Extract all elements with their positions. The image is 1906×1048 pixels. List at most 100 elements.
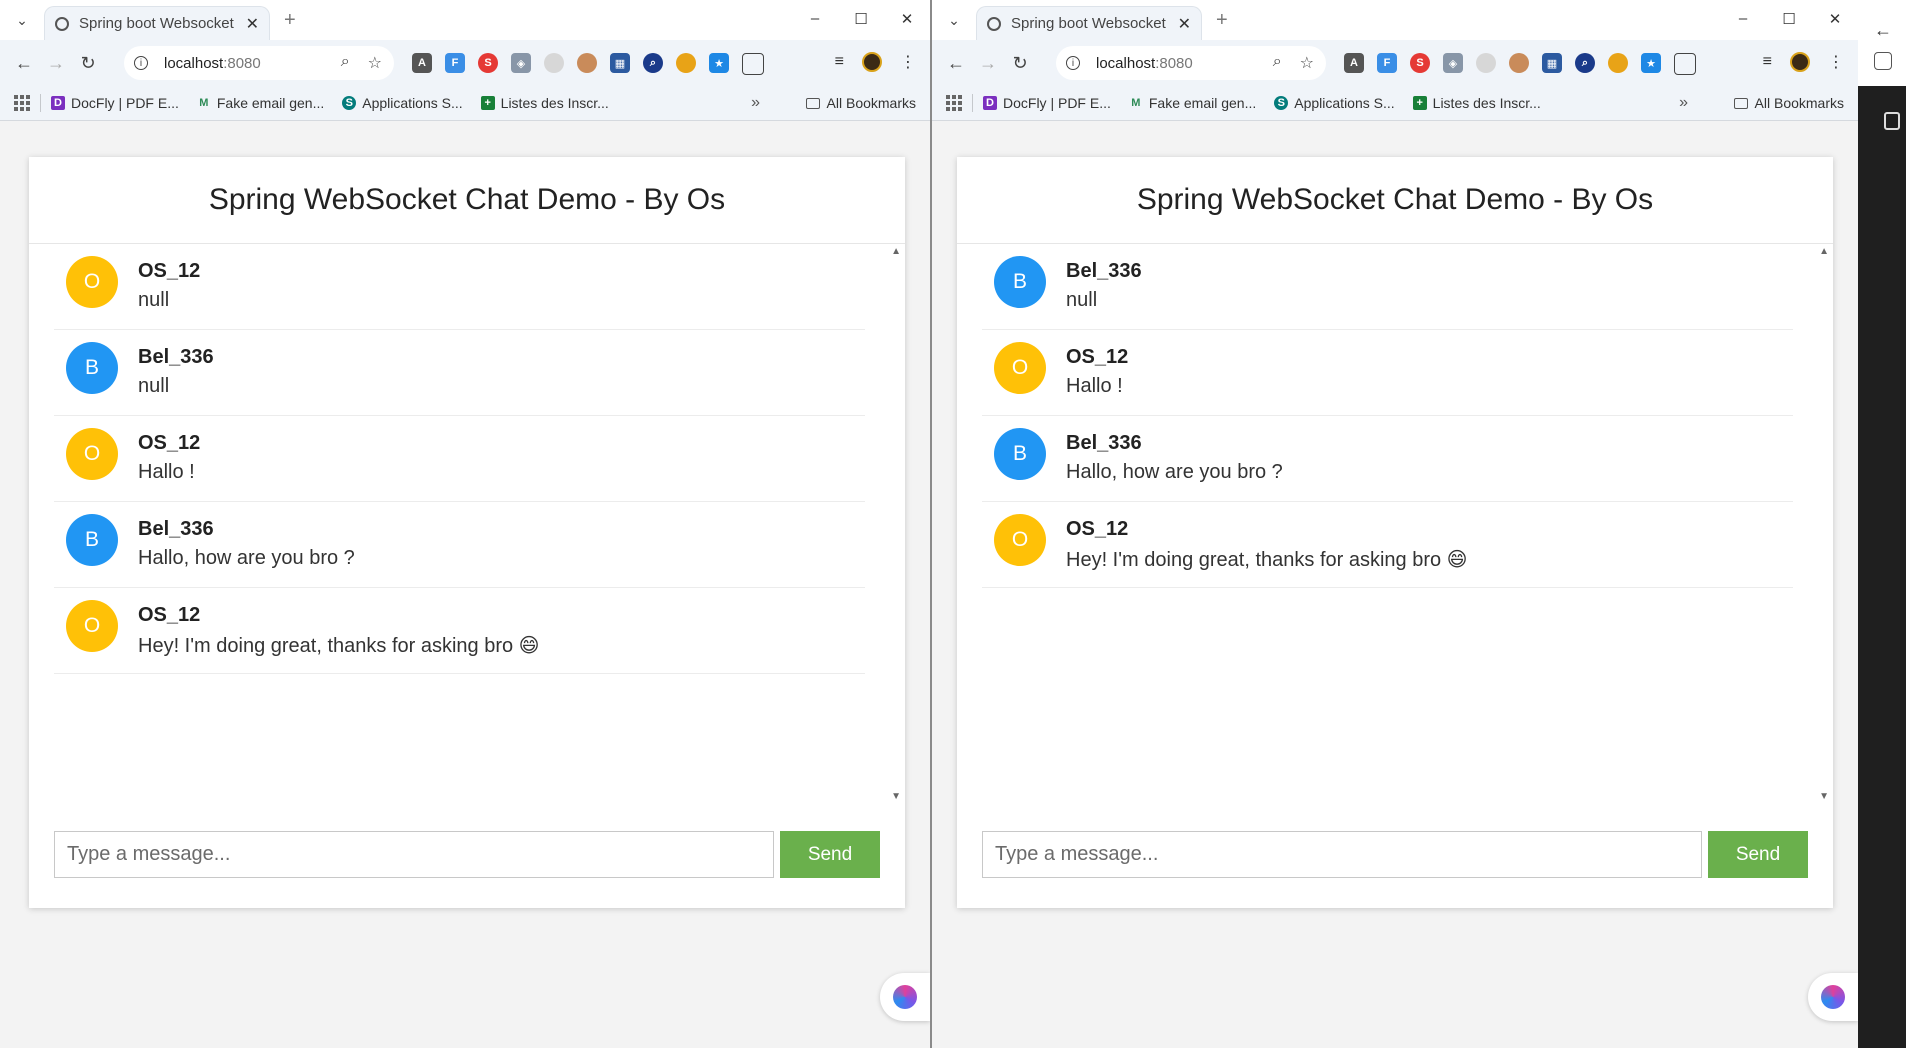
zoom-icon[interactable]: ⌕: [341, 53, 350, 73]
close-tab-icon[interactable]: ✕: [246, 14, 259, 34]
extension-search-icon[interactable]: ⌕: [643, 53, 663, 73]
bookmark-docfly[interactable]: D DocFly | PDF E...: [51, 95, 179, 111]
media-control-icon[interactable]: ≡: [835, 53, 844, 71]
tab-title: Spring boot Websocket C: [79, 15, 238, 32]
address-bar[interactable]: i localhost:8080 ⌕ ☆: [124, 46, 394, 80]
scroll-up-arrow-icon[interactable]: ▲: [891, 246, 901, 257]
extension-clock-icon[interactable]: [1476, 53, 1496, 73]
extensions-puzzle-icon[interactable]: [742, 53, 764, 75]
minimize-icon[interactable]: –: [808, 10, 822, 28]
chat-message: O OS_12 Hey! I'm doing great, thanks for a…: [54, 588, 865, 674]
scroll-down-arrow-icon[interactable]: ▼: [891, 791, 901, 802]
extension-globe-icon[interactable]: [1608, 53, 1628, 73]
send-button[interactable]: Send: [780, 831, 880, 878]
message-form: Send: [982, 831, 1808, 878]
new-tab-icon[interactable]: +: [1216, 9, 1228, 32]
bookmark-fake-email[interactable]: M Fake email gen...: [1129, 95, 1256, 111]
bookmarks-bar: D DocFly | PDF E... M Fake email gen... SA…: [0, 86, 930, 121]
browser-tab[interactable]: Spring boot Websocket C ✕: [44, 6, 270, 40]
extension-s-icon[interactable]: S: [478, 53, 498, 73]
bookmark-listes[interactable]: + Listes des Inscr...: [480, 95, 609, 111]
extension-shield-icon[interactable]: ◈: [511, 53, 531, 73]
reload-icon[interactable]: ↻: [1004, 53, 1036, 74]
close-window-icon[interactable]: ✕: [1828, 10, 1842, 28]
close-tab-icon[interactable]: ✕: [1178, 14, 1191, 34]
zoom-icon[interactable]: ⌕: [1273, 53, 1282, 73]
extension-a-icon[interactable]: A: [412, 53, 432, 73]
assistant-floating-button[interactable]: [1808, 973, 1858, 1021]
extension-face-icon[interactable]: [577, 53, 597, 73]
extension-fi-icon[interactable]: F: [1377, 53, 1397, 73]
scroll-up-arrow-icon[interactable]: ▲: [1819, 246, 1829, 257]
message-area[interactable]: ▲ O OS_12 null B Bel_336 null O OS_12 Hallo ! B Be…: [29, 244, 905, 804]
reload-icon[interactable]: ↻: [72, 53, 104, 74]
back-icon[interactable]: ←: [8, 53, 40, 74]
extension-table-icon[interactable]: ▦: [1542, 53, 1562, 73]
bookmark-listes[interactable]: + Listes des Inscr...: [1412, 95, 1541, 111]
menu-dots-icon[interactable]: ⋮: [1828, 52, 1844, 72]
new-tab-icon[interactable]: +: [284, 9, 296, 32]
bookmark-applications[interactable]: S Applications S...: [342, 95, 463, 111]
bookmark-applications[interactable]: S Applications S...: [1274, 95, 1395, 111]
extension-fi-icon[interactable]: F: [445, 53, 465, 73]
bookmark-star-icon[interactable]: ☆: [1300, 53, 1314, 73]
forward-icon[interactable]: →: [972, 53, 1004, 74]
message-body: OS_12 Hey! I'm doing great, thanks for as…: [138, 600, 540, 658]
apps-grid-icon[interactable]: [14, 95, 30, 111]
apps-grid-icon[interactable]: [946, 95, 962, 111]
all-bookmarks-button[interactable]: All Bookmarks: [805, 95, 916, 111]
profile-avatar-icon[interactable]: [862, 52, 882, 72]
site-info-icon[interactable]: i: [1066, 56, 1080, 70]
bookmark-docfly[interactable]: D DocFly | PDF E...: [983, 95, 1111, 111]
extension-face-icon[interactable]: [1509, 53, 1529, 73]
extensions-puzzle-icon[interactable]: [1674, 53, 1696, 75]
extension-search-icon[interactable]: ⌕: [1575, 53, 1595, 73]
extension-globe-icon[interactable]: [676, 53, 696, 73]
address-bar[interactable]: i localhost:8080 ⌕ ☆: [1056, 46, 1326, 80]
tab-search-icon[interactable]: ⌄: [942, 8, 966, 32]
maximize-icon[interactable]: ☐: [1782, 10, 1796, 28]
back-icon[interactable]: ←: [940, 53, 972, 74]
bookmarks-overflow-icon[interactable]: »: [751, 94, 760, 112]
extension-screen-icon[interactable]: ★: [709, 53, 729, 73]
extension-screen-icon[interactable]: ★: [1641, 53, 1661, 73]
send-button[interactable]: Send: [1708, 831, 1808, 878]
message-input[interactable]: [54, 831, 774, 878]
extension-table-icon[interactable]: ▦: [610, 53, 630, 73]
extension-shield-icon[interactable]: ◈: [1443, 53, 1463, 73]
message-sender: Bel_336: [138, 518, 214, 540]
scroll-down-arrow-icon[interactable]: ▼: [1819, 791, 1829, 802]
browser-tab[interactable]: Spring boot Websocket C ✕: [976, 6, 1202, 40]
extension-s-icon[interactable]: S: [1410, 53, 1430, 73]
close-window-icon[interactable]: ✕: [900, 10, 914, 28]
bookmark-fake-email[interactable]: M Fake email gen...: [197, 95, 324, 111]
extension-icon[interactable]: [1874, 52, 1892, 70]
media-control-icon[interactable]: ≡: [1763, 53, 1772, 71]
extension-a-icon[interactable]: A: [1344, 53, 1364, 73]
back-icon[interactable]: ←: [1874, 20, 1892, 41]
extension-clock-icon[interactable]: [544, 53, 564, 73]
maximize-icon[interactable]: ☐: [854, 10, 868, 28]
site-info-icon[interactable]: i: [134, 56, 148, 70]
profile-avatar-icon[interactable]: [1790, 52, 1810, 72]
bookmarks-overflow-icon[interactable]: »: [1679, 94, 1688, 112]
bookmark-star-icon[interactable]: ☆: [368, 53, 382, 73]
menu-dots-icon[interactable]: ⋮: [900, 52, 916, 72]
message-body: OS_12 Hallo !: [138, 428, 200, 484]
reading-list-icon[interactable]: [1884, 112, 1900, 130]
message-text: Hey! I'm doing great, thanks for asking …: [1066, 549, 1468, 571]
minimize-icon[interactable]: –: [1736, 10, 1750, 28]
chat-message: O OS_12 Hallo !: [982, 330, 1793, 416]
message-input[interactable]: [982, 831, 1702, 878]
browser-window-right: ⌄ Spring boot Websocket C ✕ + – ☐ ✕ ← → …: [932, 0, 1858, 1048]
tab-search-icon[interactable]: ⌄: [10, 8, 34, 32]
assistant-floating-button[interactable]: [880, 973, 930, 1021]
forward-icon[interactable]: →: [40, 53, 72, 74]
message-area[interactable]: ▲ B Bel_336 null O OS_12 Hallo ! B Bel_336 Hallo…: [957, 244, 1833, 804]
chat-message: B Bel_336 null: [54, 330, 865, 416]
chat-message: B Bel_336 Hallo, how are you bro ?: [54, 502, 865, 588]
user-avatar: B: [994, 256, 1046, 308]
message-sender: OS_12: [1066, 346, 1129, 368]
url-port: :8080: [1155, 54, 1193, 72]
all-bookmarks-button[interactable]: All Bookmarks: [1733, 95, 1844, 111]
